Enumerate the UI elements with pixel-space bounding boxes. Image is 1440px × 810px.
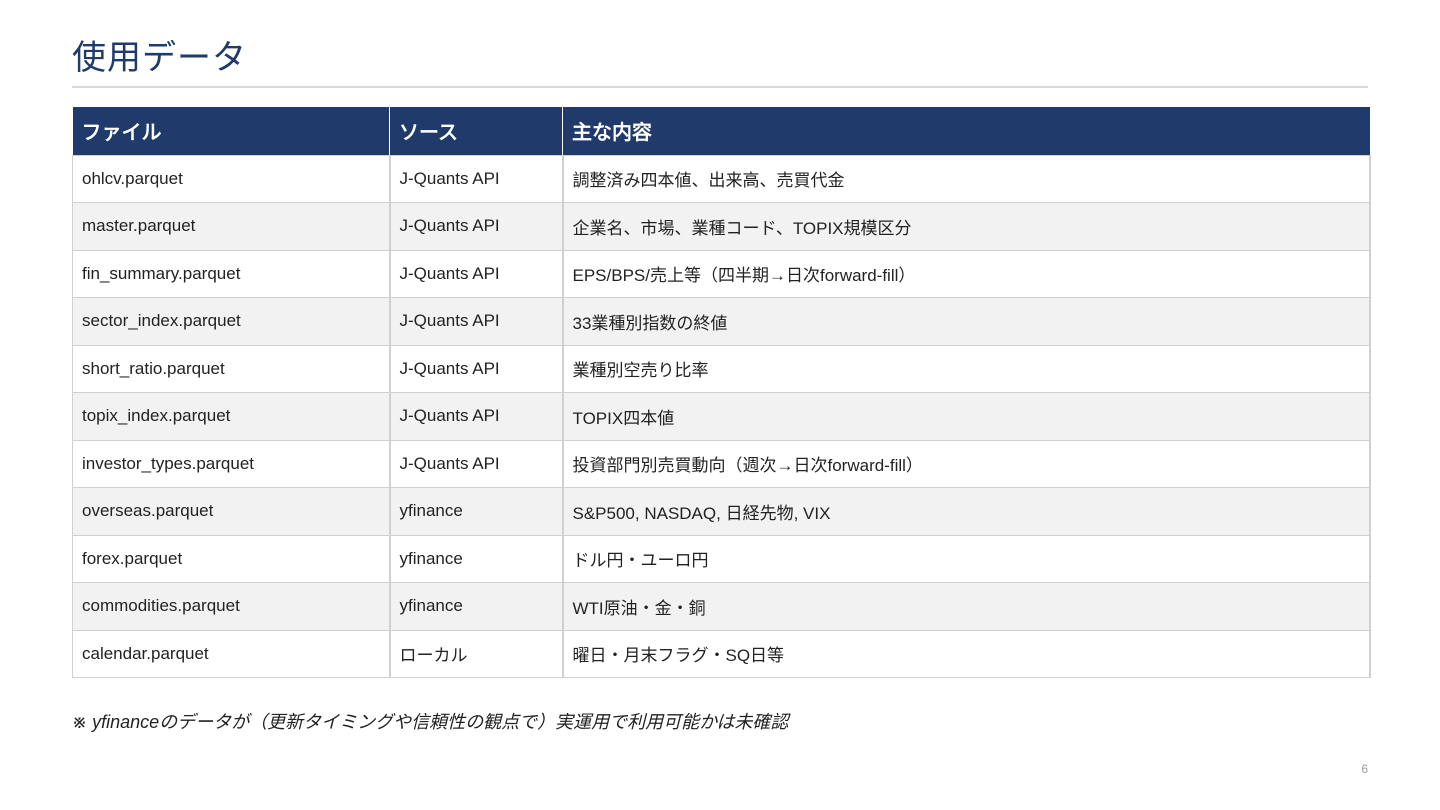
cell-source: yfinance (389, 487, 564, 536)
cell-source: J-Quants API (389, 392, 564, 441)
table-row: calendar.parquet ローカル 曜日・月末フラグ・SQ日等 (72, 629, 1371, 678)
cell-file: calendar.parquet (72, 629, 391, 678)
table-row: fin_summary.parquet J-Quants API EPS/BPS… (72, 249, 1371, 298)
cell-content: 業種別空売り比率 (562, 344, 1371, 393)
cell-file: sector_index.parquet (72, 297, 391, 346)
cell-source: J-Quants API (389, 154, 564, 203)
table-header-row: ファイル ソース 主な内容 (72, 107, 1370, 155)
cell-content: TOPIX四本値 (562, 392, 1371, 441)
table-row: short_ratio.parquet J-Quants API 業種別空売り比… (72, 344, 1371, 393)
cell-content: WTI原油・金・銅 (562, 582, 1371, 631)
cell-source: J-Quants API (389, 202, 564, 251)
cell-source: J-Quants API (389, 344, 564, 393)
cell-source: J-Quants API (389, 297, 564, 346)
table-row: topix_index.parquet J-Quants API TOPIX四本… (72, 392, 1371, 441)
column-header-source: ソース (389, 107, 563, 155)
cell-source: ローカル (389, 629, 564, 678)
table-row: commodities.parquet yfinance WTI原油・金・銅 (72, 582, 1371, 631)
footnote: ※ yfinanceのデータが（更新タイミングや信頼性の観点で）実運用で利用可能… (72, 712, 789, 732)
cell-source: J-Quants API (389, 439, 564, 488)
cell-content: S&P500, NASDAQ, 日経先物, VIX (562, 487, 1371, 536)
cell-content: 33業種別指数の終値 (562, 297, 1371, 346)
data-files-table: ファイル ソース 主な内容 ohlcv.parquet J-Quants API… (72, 107, 1371, 678)
cell-file: investor_types.parquet (72, 439, 391, 488)
cell-content: 企業名、市場、業種コード、TOPIX規模区分 (562, 202, 1371, 251)
table-row: forex.parquet yfinance ドル円・ユーロ円 (72, 534, 1371, 583)
cell-file: forex.parquet (72, 534, 391, 583)
page-number: 6 (1361, 762, 1368, 776)
column-header-file: ファイル (72, 107, 390, 155)
cell-content: ドル円・ユーロ円 (562, 534, 1371, 583)
cell-content: EPS/BPS/売上等（四半期→日次forward-fill） (562, 249, 1371, 298)
cell-content: 曜日・月末フラグ・SQ日等 (562, 629, 1371, 678)
cell-file: short_ratio.parquet (72, 344, 391, 393)
cell-file: fin_summary.parquet (72, 249, 391, 298)
title-divider (72, 86, 1368, 88)
table-row: investor_types.parquet J-Quants API 投資部門… (72, 439, 1371, 488)
table-row: sector_index.parquet J-Quants API 33業種別指… (72, 297, 1371, 346)
cell-content: 調整済み四本値、出来高、売買代金 (562, 154, 1371, 203)
cell-source: yfinance (389, 534, 564, 583)
page-title: 使用データ (72, 39, 247, 77)
table-row: ohlcv.parquet J-Quants API 調整済み四本値、出来高、売… (72, 154, 1371, 203)
cell-file: master.parquet (72, 202, 391, 251)
cell-file: ohlcv.parquet (72, 154, 391, 203)
cell-source: yfinance (389, 582, 564, 631)
table-row: overseas.parquet yfinance S&P500, NASDAQ… (72, 487, 1371, 536)
table-row: master.parquet J-Quants API 企業名、市場、業種コード… (72, 202, 1371, 251)
cell-file: topix_index.parquet (72, 392, 391, 441)
column-header-content: 主な内容 (562, 107, 1370, 155)
cell-file: commodities.parquet (72, 582, 391, 631)
cell-content: 投資部門別売買動向（週次→日次forward-fill） (562, 439, 1371, 488)
cell-file: overseas.parquet (72, 487, 391, 536)
cell-source: J-Quants API (389, 249, 564, 298)
